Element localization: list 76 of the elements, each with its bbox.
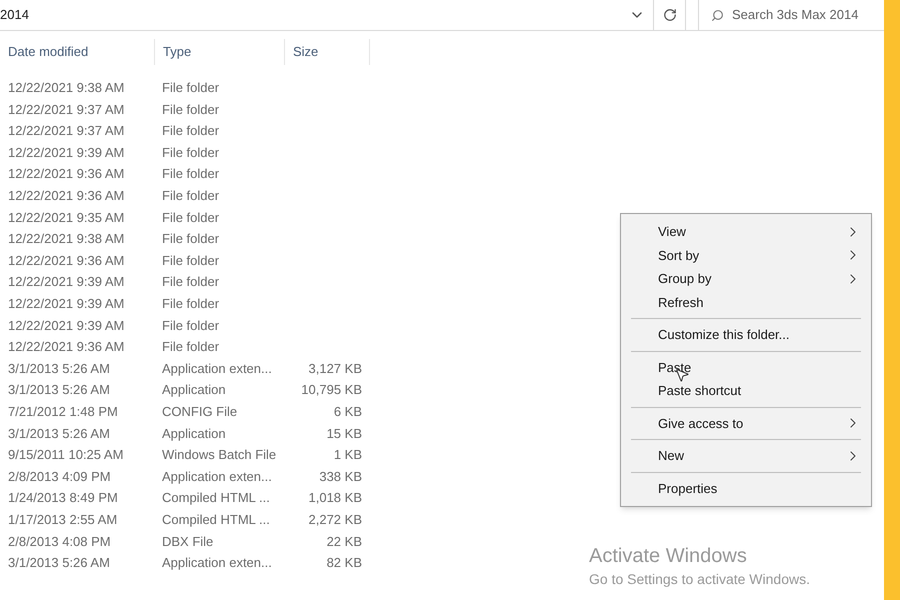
date-cell-text: 12/22/2021 9:36 AM — [7, 252, 126, 270]
type-cell-text: File folder — [161, 252, 220, 270]
size-cell-text: 82 KB — [326, 554, 362, 572]
refresh-icon — [662, 8, 676, 22]
date-cell-text: 1/17/2013 2:55 AM — [7, 510, 118, 529]
menu-item[interactable]: Give access to — [621, 412, 871, 435]
type-cell-text: DBX File — [161, 532, 214, 551]
size-cell-text: 1,018 KB — [308, 489, 362, 508]
date-cell-text: 12/22/2021 9:39 AM — [7, 316, 126, 335]
date-cell-text: 12/22/2021 9:38 AM — [7, 230, 126, 248]
size-cell-text: 3,127 KB — [308, 360, 362, 378]
size-cell-text: 338 KB — [318, 468, 362, 486]
date-cell-text: 1/24/2013 8:49 PM — [7, 489, 119, 508]
menu-item[interactable]: View — [621, 220, 871, 244]
address-bar[interactable]: 2014 — [0, 0, 654, 30]
type-cell-text: File folder — [161, 187, 220, 206]
type-cell-text: Application exten... — [161, 360, 273, 378]
type-cell-text: File folder — [161, 273, 220, 292]
type-cell-text: File folder — [161, 294, 220, 313]
size-cell-text: 6 KB — [332, 402, 362, 421]
date-cell-text: 2/8/2013 4:08 PM — [7, 532, 112, 551]
date-cell-text: 12/22/2021 9:37 AM — [7, 122, 126, 140]
menu-item[interactable]: New — [621, 444, 871, 468]
type-cell-text: File folder — [161, 230, 220, 248]
activation-message: Go to Settings to activate Windows. — [589, 570, 810, 589]
menu-item[interactable]: Properties — [621, 476, 871, 500]
type-cell-text: File folder — [161, 100, 220, 119]
type-cell-text: Application — [161, 381, 227, 400]
date-cell-text: 3/1/2013 5:26 AM — [7, 554, 111, 572]
date-cell-text: 3/1/2013 5:26 AM — [7, 381, 111, 400]
type-cell-text: Windows Batch File — [161, 446, 278, 464]
type-cell-text: File folder — [161, 144, 220, 162]
date-cell-text: 12/22/2021 9:38 AM — [7, 79, 126, 98]
activation-title: Activate Windows — [589, 544, 748, 569]
type-cell-text: Application — [161, 424, 227, 443]
date-cell-text: 12/22/2021 9:36 AM — [7, 165, 126, 184]
type-cell-text: File folder — [161, 122, 220, 140]
date-cell-text: 12/22/2021 9:37 AM — [7, 100, 126, 119]
menu-item[interactable]: Sort by — [621, 244, 871, 267]
type-cell-text: CONFIG File — [161, 402, 238, 421]
search-field[interactable]: Search 3ds Max 2014 — [732, 5, 869, 25]
type-cell-text: Compiled HTML ... — [161, 510, 271, 529]
column-header[interactable]: Size — [285, 39, 370, 65]
size-cell-text: 2,272 KB — [308, 510, 362, 529]
date-cell-text: 12/22/2021 9:35 AM — [7, 208, 126, 227]
size-cell-text: 15 KB — [326, 424, 362, 443]
type-cell-text: File folder — [161, 208, 220, 227]
size-cell-text: 10,795 KB — [300, 381, 362, 400]
date-cell-text: 12/22/2021 9:39 AM — [7, 273, 126, 292]
column-header[interactable]: Type — [155, 39, 285, 65]
type-cell-text: File folder — [161, 338, 220, 356]
address-path: 2014 — [0, 6, 30, 24]
menu-item[interactable]: Paste — [621, 356, 871, 379]
date-cell-text: 12/22/2021 9:39 AM — [7, 294, 126, 313]
date-cell-text: 3/1/2013 5:26 AM — [7, 424, 111, 443]
menu-item[interactable]: Group by — [621, 267, 871, 290]
search-icon — [711, 8, 724, 22]
column-header[interactable]: Date modified — [0, 39, 155, 65]
type-cell-text: File folder — [161, 79, 220, 98]
menu-item[interactable]: Refresh — [621, 290, 871, 314]
date-cell-text: 9/15/2011 10:25 AM — [7, 446, 124, 464]
date-cell-text: 2/8/2013 4:09 PM — [7, 468, 112, 486]
type-cell-text: Application exten... — [161, 554, 273, 572]
date-cell-text: 7/21/2012 1:48 PM — [7, 402, 119, 421]
menu-item[interactable]: Customize this folder... — [621, 323, 871, 346]
date-cell-text: 12/22/2021 9:39 AM — [7, 144, 126, 162]
date-cell-text: 12/22/2021 9:36 AM — [7, 338, 126, 356]
type-cell-text: File folder — [161, 316, 220, 335]
date-cell-text: 3/1/2013 5:26 AM — [7, 360, 111, 378]
type-cell-text: Application exten... — [161, 468, 273, 486]
size-cell-text: 1 KB — [332, 446, 362, 464]
type-cell-text: File folder — [161, 165, 220, 184]
date-cell-text: 12/22/2021 9:36 AM — [7, 187, 126, 206]
menu-item[interactable]: Paste shortcut — [621, 379, 871, 402]
size-cell-text: 22 KB — [326, 532, 362, 551]
type-cell-text: Compiled HTML ... — [161, 489, 271, 508]
